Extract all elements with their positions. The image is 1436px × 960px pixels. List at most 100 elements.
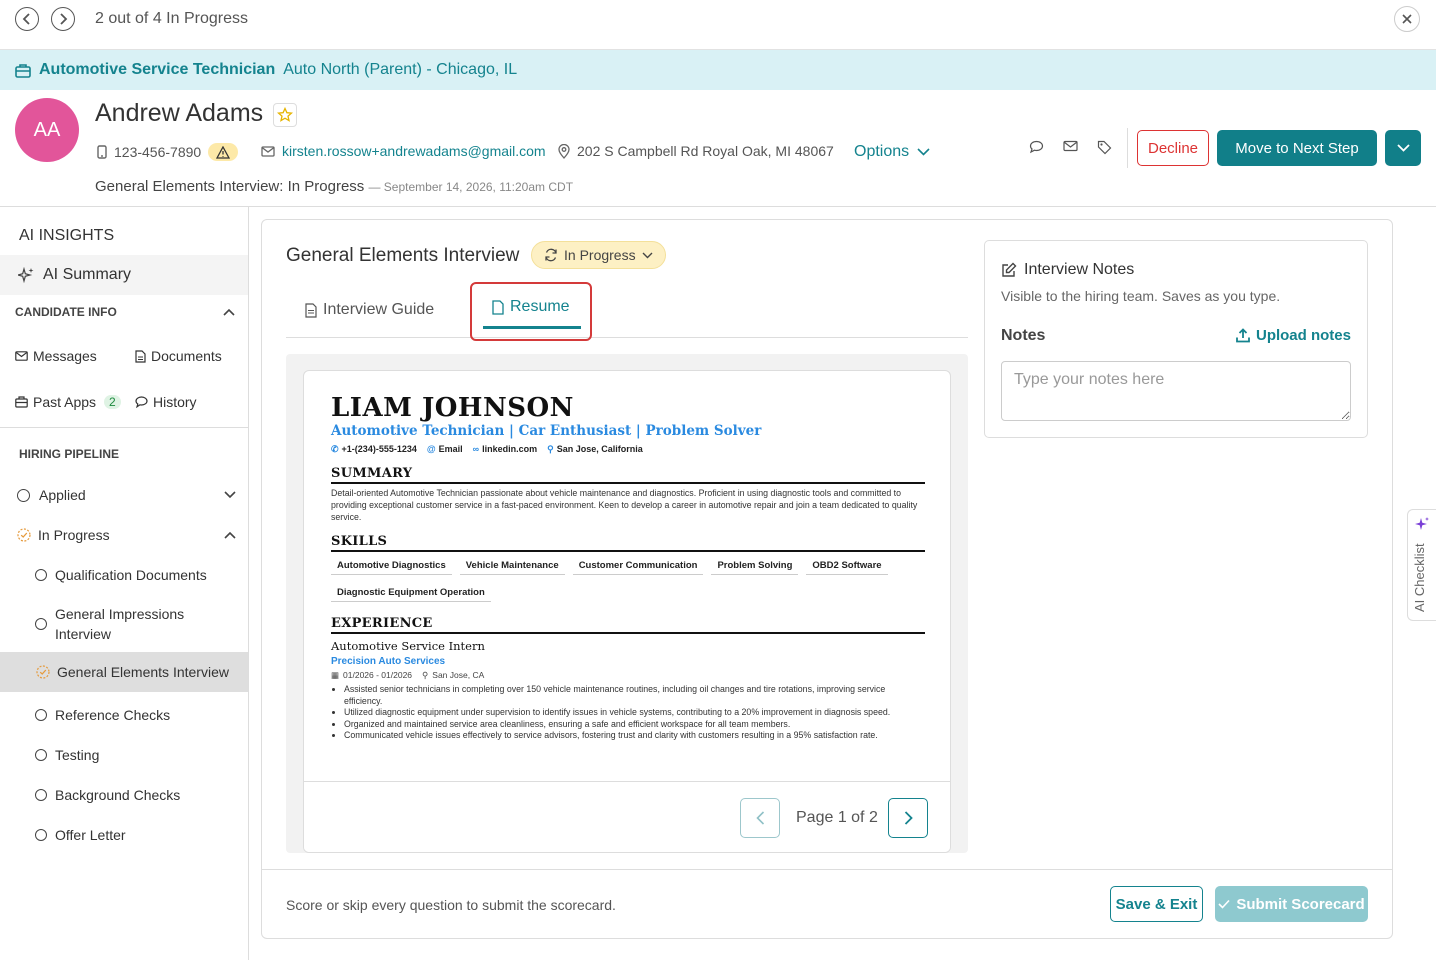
- options-dropdown[interactable]: Options: [854, 143, 930, 161]
- pipeline-stage-applied[interactable]: Applied: [0, 484, 248, 506]
- previous-page-button[interactable]: [740, 798, 780, 838]
- interview-status-dropdown[interactable]: In Progress: [531, 241, 666, 269]
- chevron-down-icon: [642, 252, 653, 258]
- resume-section-title: SUMMARY: [331, 466, 925, 484]
- phone-icon: [97, 145, 107, 159]
- resume-email-text: Email: [438, 444, 463, 454]
- favorite-button[interactable]: [273, 103, 297, 127]
- messages-link[interactable]: Messages: [15, 348, 97, 364]
- scorecard-hint: Score or skip every question to submit t…: [286, 897, 616, 913]
- progress-text: 2 out of 4 In Progress: [95, 10, 248, 27]
- resume-location-text: San Jose, California: [556, 444, 643, 454]
- resume-section-title: SKILLS: [331, 534, 925, 552]
- close-icon: [1402, 14, 1412, 24]
- options-label: Options: [854, 143, 910, 160]
- pipeline-step-qualification-documents[interactable]: Qualification Documents: [0, 564, 248, 586]
- interview-notes-card: Interview Notes Visible to the hiring te…: [984, 240, 1368, 438]
- tabs-divider: [286, 337, 968, 338]
- comment-button[interactable]: [1029, 140, 1044, 154]
- pipeline-step-testing[interactable]: Testing: [0, 744, 248, 766]
- notes-label: Notes: [1001, 327, 1046, 344]
- status-circle-icon: [35, 618, 47, 630]
- resume-skills: Automotive Diagnostics Vehicle Maintenan…: [331, 556, 925, 602]
- resume-summary: Detail-oriented Automotive Technician pa…: [331, 488, 918, 522]
- phone-icon: ✆: [331, 444, 339, 454]
- location-pin-icon: ⚲: [422, 670, 429, 680]
- documents-link[interactable]: Documents: [135, 348, 222, 364]
- job-title[interactable]: Automotive Service Technician: [39, 61, 275, 79]
- history-link[interactable]: History: [135, 394, 197, 410]
- past-apps-label: Past Apps: [33, 394, 97, 410]
- address-info: 202 S Campbell Rd Royal Oak, MI 48067: [558, 143, 834, 159]
- pipeline-step-general-elements-interview[interactable]: General Elements Interview: [0, 652, 248, 692]
- resume-name: LIAM JOHNSON: [331, 393, 574, 423]
- email-button[interactable]: [1063, 140, 1078, 152]
- resume-phone: ✆ +1-(234)-555-1234: [331, 444, 417, 455]
- pipeline-step-background-checks[interactable]: Background Checks: [0, 784, 248, 806]
- messages-label: Messages: [33, 348, 97, 364]
- document-icon: [492, 299, 504, 315]
- next-page-button[interactable]: [888, 798, 928, 838]
- calendar-icon: ▦: [331, 670, 340, 680]
- pipeline-stage-label: Applied: [39, 487, 86, 503]
- resume-page: LIAM JOHNSON Automotive Technician | Car…: [304, 371, 950, 781]
- next-candidate-button[interactable]: [51, 7, 75, 31]
- pipeline-step-label: Background Checks: [55, 787, 181, 803]
- pipeline-step-reference-checks[interactable]: Reference Checks: [0, 704, 248, 726]
- divider: [0, 427, 248, 428]
- resume-skill: Automotive Diagnostics: [331, 556, 452, 575]
- sparkle-icon: [1415, 517, 1429, 530]
- mail-icon: [261, 145, 275, 157]
- resume-skill: Problem Solving: [711, 556, 799, 575]
- close-button[interactable]: [1394, 6, 1420, 32]
- upload-icon: [1236, 328, 1250, 343]
- envelope-icon: [1063, 140, 1078, 152]
- past-apps-link[interactable]: Past Apps 2: [15, 394, 121, 410]
- submit-scorecard-button[interactable]: Submit Scorecard: [1215, 886, 1368, 922]
- save-exit-button[interactable]: Save & Exit: [1110, 886, 1203, 922]
- resume-skill: OBD2 Software: [806, 556, 888, 575]
- warning-badge[interactable]: [208, 143, 239, 161]
- chevron-up-icon[interactable]: [223, 308, 235, 316]
- pipeline-stage-in-progress[interactable]: In Progress: [0, 524, 248, 546]
- pipeline-step-label: Qualification Documents: [55, 567, 207, 583]
- resume-bullet: Organized and maintained service area cl…: [344, 719, 925, 731]
- resume-phone-text: +1-(234)-555-1234: [341, 444, 417, 454]
- resume-pager: Page 1 of 2: [304, 781, 950, 852]
- ai-checklist-tab[interactable]: AI Checklist: [1407, 509, 1436, 621]
- submit-scorecard-label: Submit Scorecard: [1236, 895, 1365, 913]
- next-step-dropdown-button[interactable]: [1385, 130, 1421, 166]
- ai-summary-item[interactable]: AI Summary: [0, 255, 248, 295]
- move-to-next-step-button[interactable]: Move to Next Step: [1217, 130, 1377, 166]
- tab-interview-guide[interactable]: Interview Guide: [305, 301, 434, 319]
- decline-button[interactable]: Decline: [1137, 130, 1209, 166]
- pipeline-step-general-impressions-interview[interactable]: General Impressions Interview: [0, 602, 248, 646]
- warning-icon: [216, 145, 231, 159]
- notes-input[interactable]: [1001, 361, 1351, 421]
- resume-dates-row: ▦ 01/2026 - 01/2026 ⚲ San Jose, CA: [331, 670, 925, 681]
- tab-resume[interactable]: Resume: [470, 282, 592, 341]
- job-banner: Automotive Service Technician Auto North…: [0, 50, 1436, 90]
- status-circle-icon: [35, 789, 47, 801]
- resume-skill: Customer Communication: [572, 556, 704, 575]
- status-timestamp: — September 14, 2026, 11:20am CDT: [368, 180, 574, 194]
- refresh-icon: [545, 248, 557, 262]
- pipeline-step-offer-letter[interactable]: Offer Letter: [0, 824, 248, 846]
- email-link[interactable]: kirsten.rossow+andrewadams@gmail.com: [282, 143, 546, 159]
- phone-text: 123-456-7890: [114, 144, 202, 160]
- candidate-name: Andrew Adams: [95, 99, 264, 127]
- status-circle-icon: [35, 569, 47, 581]
- pipeline-step-label: Testing: [55, 747, 100, 763]
- tag-button[interactable]: [1097, 140, 1112, 155]
- pipeline-step-label: Reference Checks: [55, 707, 171, 723]
- previous-candidate-button[interactable]: [15, 7, 39, 31]
- upload-notes-label: Upload notes: [1255, 327, 1351, 344]
- email-info: kirsten.rossow+andrewadams@gmail.com: [261, 143, 546, 159]
- resume-email: @ Email: [427, 444, 463, 455]
- at-icon: @: [426, 444, 436, 454]
- upload-notes-button[interactable]: Upload notes: [1236, 327, 1351, 344]
- resume-viewer: LIAM JOHNSON Automotive Technician | Car…: [286, 354, 968, 853]
- resume-headline: Automotive Technician | Car Enthusiast |…: [331, 423, 762, 439]
- ai-summary-label: AI Summary: [43, 266, 132, 283]
- status-circle-icon: [35, 709, 47, 721]
